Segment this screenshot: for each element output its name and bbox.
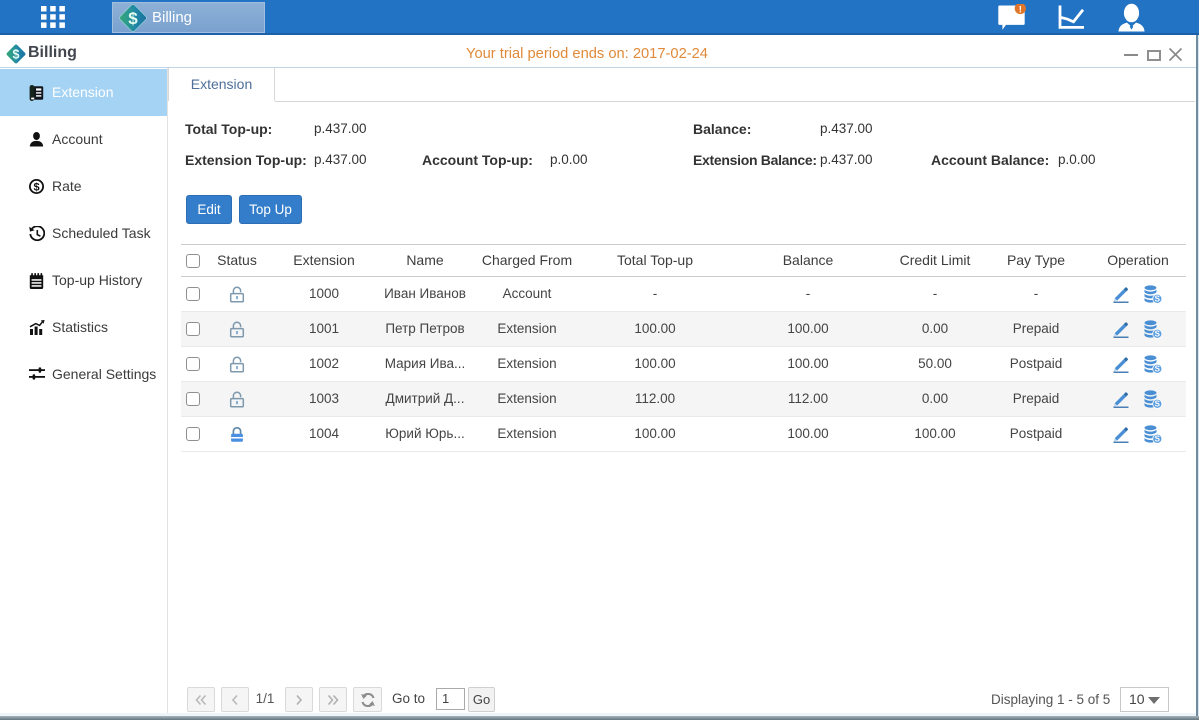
svg-text:S: S	[1155, 365, 1161, 374]
svg-text:S: S	[1155, 435, 1161, 444]
svg-text:$: $	[33, 181, 39, 193]
svg-text:!: !	[1019, 4, 1022, 15]
svg-text:$: $	[128, 9, 138, 28]
svg-text:S: S	[1155, 330, 1161, 339]
svg-text:$: $	[13, 47, 20, 61]
svg-text:S: S	[1155, 400, 1161, 409]
svg-text:S: S	[1155, 295, 1161, 304]
